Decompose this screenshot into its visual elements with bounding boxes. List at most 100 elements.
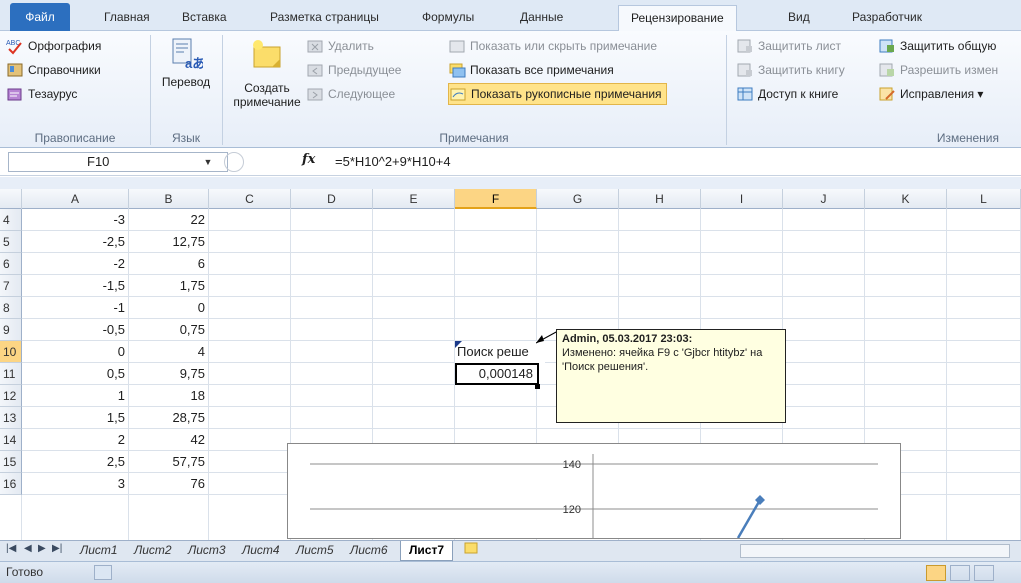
column-header-e[interactable]: E bbox=[373, 189, 455, 209]
sheet-tab-1[interactable]: Лист1 bbox=[72, 541, 126, 561]
page-layout-view-icon[interactable] bbox=[950, 565, 970, 581]
previous-comment-button[interactable]: Предыдущее bbox=[306, 59, 401, 81]
cell-a14[interactable]: 2 bbox=[22, 429, 129, 451]
sheet-tab-3[interactable]: Лист3 bbox=[180, 541, 234, 561]
row-header-11[interactable]: 11 bbox=[0, 363, 22, 385]
column-header-f[interactable]: F bbox=[455, 189, 537, 209]
row-header-15[interactable]: 15 bbox=[0, 451, 22, 473]
thesaurus-button[interactable]: Тезаурус bbox=[6, 83, 77, 105]
row-header-10[interactable]: 10 bbox=[0, 341, 22, 363]
references-button[interactable]: Справочники bbox=[6, 59, 101, 81]
column-header-k[interactable]: K bbox=[865, 189, 947, 209]
formula-input[interactable]: =5*H10^2+9*H10+4 bbox=[335, 154, 451, 169]
tab-view[interactable]: Вид bbox=[776, 5, 822, 31]
show-hide-comment-button[interactable]: Показать или скрыть примечание bbox=[448, 35, 657, 57]
next-comment-button[interactable]: Следующее bbox=[306, 83, 395, 105]
tab-file[interactable]: Файл bbox=[10, 3, 70, 31]
cell-b13[interactable]: 28,75 bbox=[129, 407, 209, 429]
next-sheet-icon[interactable]: ▶ bbox=[38, 543, 46, 554]
cell-a8[interactable]: -1 bbox=[22, 297, 129, 319]
cell-a5[interactable]: -2,5 bbox=[22, 231, 129, 253]
chevron-down-icon[interactable]: ▼ bbox=[198, 152, 218, 172]
column-header-d[interactable]: D bbox=[291, 189, 373, 209]
allow-edit-ranges-button[interactable]: Разрешить измен bbox=[878, 59, 998, 81]
cell-a9[interactable]: -0,5 bbox=[22, 319, 129, 341]
macro-record-icon[interactable] bbox=[94, 565, 112, 580]
column-header-j[interactable]: J bbox=[783, 189, 865, 209]
tab-formulas[interactable]: Формулы bbox=[410, 5, 486, 31]
share-workbook-button[interactable]: Доступ к книге bbox=[736, 83, 838, 105]
column-header-g[interactable]: G bbox=[537, 189, 619, 209]
show-all-comments-button[interactable]: Показать все примечания bbox=[448, 59, 614, 81]
fill-handle[interactable] bbox=[535, 384, 540, 389]
page-break-view-icon[interactable] bbox=[974, 565, 994, 581]
cell-b8[interactable]: 0 bbox=[129, 297, 209, 319]
cell-b11[interactable]: 9,75 bbox=[129, 363, 209, 385]
sheet-tab-2[interactable]: Лист2 bbox=[126, 541, 180, 561]
cell-a6[interactable]: -2 bbox=[22, 253, 129, 275]
row-header-14[interactable]: 14 bbox=[0, 429, 22, 451]
row-header-7[interactable]: 7 bbox=[0, 275, 22, 297]
tab-insert[interactable]: Вставка bbox=[170, 5, 239, 31]
cell-b14[interactable]: 42 bbox=[129, 429, 209, 451]
cell-f9[interactable]: Поиск реше bbox=[455, 341, 545, 363]
protect-sheet-button[interactable]: Защитить лист bbox=[736, 35, 841, 57]
row-header-5[interactable]: 5 bbox=[0, 231, 22, 253]
cell-b6[interactable]: 6 bbox=[129, 253, 209, 275]
cell-b15[interactable]: 57,75 bbox=[129, 451, 209, 473]
cell-f10-selected[interactable]: 0,000148 bbox=[455, 363, 539, 385]
cell-a15[interactable]: 2,5 bbox=[22, 451, 129, 473]
sheet-tab-4[interactable]: Лист4 bbox=[234, 541, 288, 561]
new-comment-button[interactable]: Создать примечание bbox=[230, 37, 304, 109]
first-sheet-icon[interactable]: |◀ bbox=[6, 543, 16, 554]
row-header-4[interactable]: 4 bbox=[0, 209, 22, 231]
cell-b10[interactable]: 4 bbox=[129, 341, 209, 363]
column-header-b[interactable]: B bbox=[129, 189, 209, 209]
cell-a13[interactable]: 1,5 bbox=[22, 407, 129, 429]
protect-workbook-button[interactable]: Защитить книгу bbox=[736, 59, 845, 81]
cell-b7[interactable]: 1,75 bbox=[129, 275, 209, 297]
sheet-tab-6[interactable]: Лист6 bbox=[342, 541, 396, 561]
tab-review[interactable]: Рецензирование bbox=[618, 5, 737, 32]
normal-view-icon[interactable] bbox=[926, 565, 946, 581]
insert-sheet-icon[interactable] bbox=[456, 541, 488, 561]
cell-b4[interactable]: 22 bbox=[129, 209, 209, 231]
cell-a16[interactable]: 3 bbox=[22, 473, 129, 495]
tab-home[interactable]: Главная bbox=[92, 5, 162, 31]
translate-button[interactable]: aあ Перевод bbox=[156, 37, 216, 89]
tab-developer[interactable]: Разработчик bbox=[840, 5, 934, 31]
column-header-l[interactable]: L bbox=[947, 189, 1021, 209]
row-header-8[interactable]: 8 bbox=[0, 297, 22, 319]
sheet-tab-active[interactable]: Лист7 bbox=[400, 541, 454, 561]
row-header-12[interactable]: 12 bbox=[0, 385, 22, 407]
insert-function-button[interactable]: fx bbox=[302, 152, 315, 167]
cell-a12[interactable]: 1 bbox=[22, 385, 129, 407]
comment-box[interactable]: Admin, 05.03.2017 23:03: Изменено: ячейк… bbox=[556, 329, 786, 423]
spelling-button[interactable]: ABC Орфография bbox=[6, 35, 101, 57]
tab-data[interactable]: Данные bbox=[508, 5, 575, 31]
tab-page-layout[interactable]: Разметка страницы bbox=[258, 5, 391, 31]
sheet-tab-5[interactable]: Лист5 bbox=[288, 541, 342, 561]
column-header-c[interactable]: C bbox=[209, 189, 291, 209]
embedded-chart[interactable]: 140 120 bbox=[287, 443, 901, 539]
track-changes-button[interactable]: Исправления ▾ bbox=[878, 83, 983, 105]
delete-comment-button[interactable]: Удалить bbox=[306, 35, 374, 57]
row-header-16[interactable]: 16 bbox=[0, 473, 22, 495]
cell-b5[interactable]: 12,75 bbox=[129, 231, 209, 253]
row-header-9[interactable]: 9 bbox=[0, 319, 22, 341]
last-sheet-icon[interactable]: ▶| bbox=[52, 543, 62, 554]
cell-a11[interactable]: 0,5 bbox=[22, 363, 129, 385]
show-ink-button[interactable]: Показать рукописные примечания bbox=[448, 83, 667, 105]
row-header-6[interactable]: 6 bbox=[0, 253, 22, 275]
column-header-i[interactable]: I bbox=[701, 189, 783, 209]
column-header-h[interactable]: H bbox=[619, 189, 701, 209]
horizontal-scrollbar[interactable] bbox=[740, 544, 1010, 558]
protect-shared-button[interactable]: Защитить общую bbox=[878, 35, 996, 57]
cell-a10[interactable]: 0 bbox=[22, 341, 129, 363]
cell-b9[interactable]: 0,75 bbox=[129, 319, 209, 341]
cell-b16[interactable]: 76 bbox=[129, 473, 209, 495]
cell-a4[interactable]: -3 bbox=[22, 209, 129, 231]
select-all-corner[interactable] bbox=[0, 189, 22, 209]
name-box[interactable]: F10 bbox=[8, 152, 228, 172]
cell-b12[interactable]: 18 bbox=[129, 385, 209, 407]
